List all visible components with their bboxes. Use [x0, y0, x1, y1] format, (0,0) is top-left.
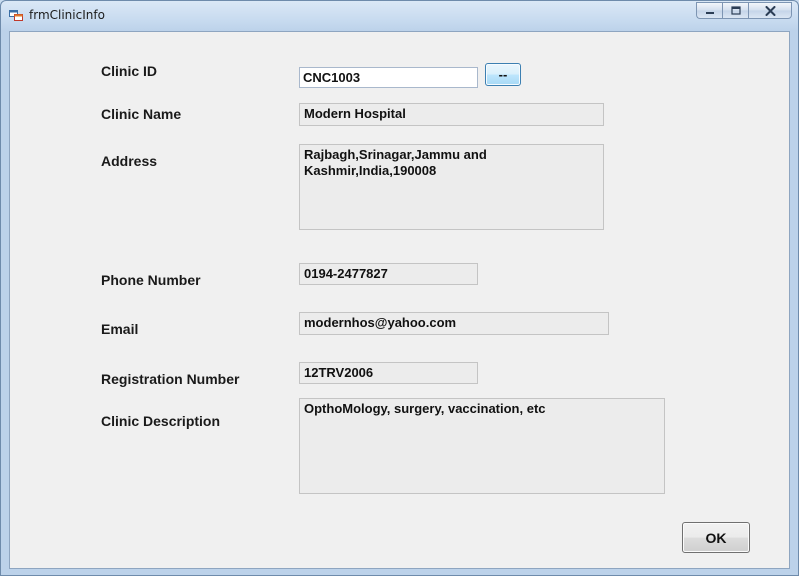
browse-clinic-button[interactable]: -- [485, 63, 521, 86]
clinic-name-label: Clinic Name [101, 106, 182, 122]
phone-number-label: Phone Number [101, 272, 201, 288]
ok-button[interactable]: OK [682, 522, 750, 553]
window-title: frmClinicInfo [29, 8, 105, 22]
ok-button-label: OK [705, 529, 727, 546]
caption-buttons [696, 2, 792, 20]
clinic-description-field[interactable]: OpthoMology, surgery, vaccination, etc [299, 398, 665, 494]
phone-number-field[interactable]: 0194-2477827 [299, 263, 478, 285]
email-field[interactable]: modernhos@yahoo.com [299, 312, 609, 335]
app-form-icon[interactable] [9, 8, 23, 22]
form-client-area: Clinic ID -- Clinic Name Modern Hospital… [9, 31, 790, 569]
registration-number-label: Registration Number [101, 371, 240, 387]
clinic-id-input[interactable] [299, 67, 478, 88]
email-label: Email [101, 321, 139, 337]
clinic-info-window: frmClinicInfo Clinic ID CNC1003 -- Clini… [0, 0, 799, 576]
clinic-id-label: Clinic ID [101, 63, 158, 79]
minimize-icon [705, 11, 714, 14]
maximize-icon [730, 6, 741, 15]
registration-number-field[interactable]: 12TRV2006 [299, 362, 478, 384]
browse-clinic-button-label: -- [498, 67, 508, 82]
close-icon [765, 5, 775, 16]
clinic-description-label: Clinic Description [101, 413, 221, 429]
maximize-button[interactable] [722, 2, 748, 19]
clinic-name-field[interactable]: Modern Hospital [299, 103, 604, 126]
address-label: Address [101, 153, 158, 169]
close-button[interactable] [748, 2, 792, 19]
title-bar[interactable]: frmClinicInfo [1, 1, 798, 31]
address-field[interactable]: Rajbagh,Srinagar,Jammu and Kashmir,India… [299, 144, 604, 230]
minimize-button[interactable] [696, 2, 722, 19]
